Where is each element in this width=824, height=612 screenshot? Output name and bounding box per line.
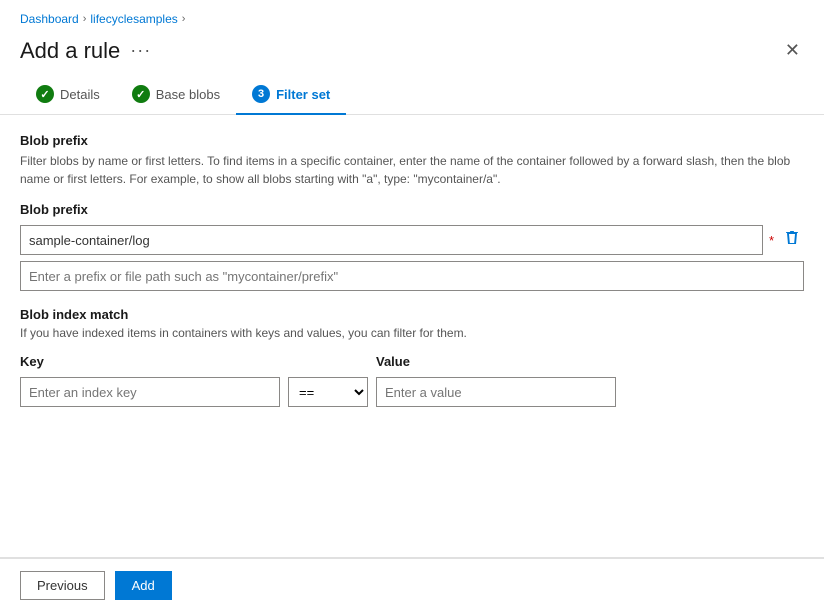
- tabs-bar: ✓ Details ✓ Base blobs 3 Filter set: [0, 75, 824, 115]
- breadcrumb-sep-2: ›: [182, 13, 186, 25]
- page-title: Add a rule: [20, 38, 120, 64]
- prefix-input-1[interactable]: [20, 225, 763, 255]
- footer: Previous Add: [0, 558, 824, 612]
- tab-details-icon: ✓: [36, 85, 54, 103]
- tab-filter-set[interactable]: 3 Filter set: [236, 75, 346, 115]
- required-star: *: [769, 233, 774, 248]
- blob-index-section-title: Blob index match: [20, 307, 804, 322]
- breadcrumb: Dashboard › lifecyclesamples ›: [0, 0, 824, 32]
- tab-details-label: Details: [60, 87, 100, 102]
- operator-select[interactable]: == < > <= >=: [288, 377, 368, 407]
- tab-filter-set-label: Filter set: [276, 87, 330, 102]
- blob-prefix-section-title: Blob prefix: [20, 133, 804, 148]
- prefix-row-2: [20, 261, 804, 291]
- blob-prefix-label: Blob prefix: [20, 202, 804, 217]
- breadcrumb-lifecyclesamples[interactable]: lifecyclesamples: [90, 12, 177, 26]
- key-column-label: Key: [20, 354, 280, 369]
- blob-index-section: Blob index match If you have indexed ite…: [20, 307, 804, 407]
- tab-details[interactable]: ✓ Details: [20, 75, 116, 115]
- add-button[interactable]: Add: [115, 571, 172, 600]
- index-key-input[interactable]: [20, 377, 280, 407]
- tab-base-blobs-icon: ✓: [132, 85, 150, 103]
- index-row-1: == < > <= >=: [20, 377, 804, 407]
- tab-base-blobs[interactable]: ✓ Base blobs: [116, 75, 236, 115]
- previous-button[interactable]: Previous: [20, 571, 105, 600]
- breadcrumb-dashboard[interactable]: Dashboard: [20, 12, 79, 26]
- blob-prefix-section-desc: Filter blobs by name or first letters. T…: [20, 152, 804, 188]
- breadcrumb-sep-1: ›: [83, 13, 87, 25]
- more-options-button[interactable]: ···: [130, 40, 151, 61]
- prefix-input-2[interactable]: [20, 261, 804, 291]
- index-column-headers: Key Value: [20, 354, 804, 369]
- tab-base-blobs-label: Base blobs: [156, 87, 220, 102]
- prefix-row-1: *: [20, 225, 804, 255]
- trash-icon: [784, 230, 800, 246]
- page-header: Add a rule ··· ✕: [0, 32, 824, 75]
- delete-prefix-button[interactable]: [780, 228, 804, 252]
- blob-index-section-desc: If you have indexed items in containers …: [20, 326, 804, 340]
- value-column-label: Value: [376, 354, 616, 369]
- main-content: Blob prefix Filter blobs by name or firs…: [0, 115, 824, 557]
- close-button[interactable]: ✕: [781, 36, 804, 65]
- tab-filter-set-icon: 3: [252, 85, 270, 103]
- index-value-input[interactable]: [376, 377, 616, 407]
